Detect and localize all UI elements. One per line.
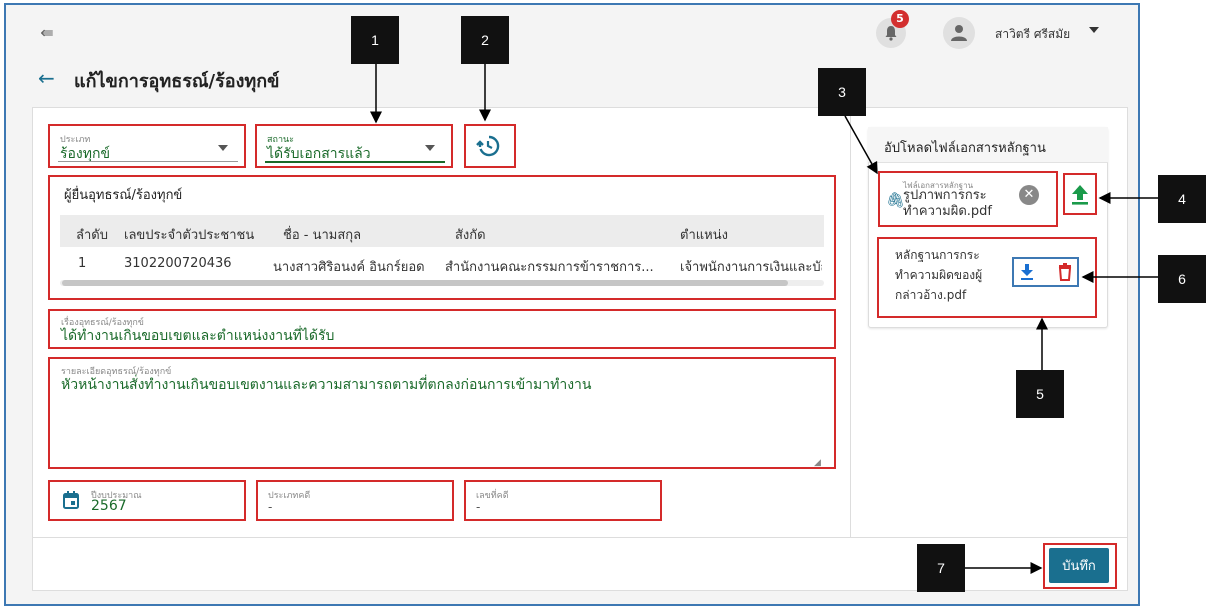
callout-1: 1	[351, 16, 399, 64]
avatar[interactable]	[943, 17, 975, 49]
user-icon	[951, 25, 967, 41]
callout-5: 5	[1016, 370, 1064, 418]
table-scrollbar-thumb[interactable]	[62, 280, 788, 286]
upload-icon[interactable]	[1069, 181, 1091, 207]
col-header: ชื่อ - นามสกุล	[283, 228, 362, 243]
table-cell: สำนักงานคณะกรรมการข้าราชการ...	[445, 260, 654, 275]
col-header: ลำดับ	[76, 228, 108, 243]
table-cell: เจ้าพนักงานการเงินและบัญ	[680, 260, 822, 275]
budget-year-value: 2567	[91, 498, 127, 514]
callout-4: 4	[1158, 175, 1206, 223]
col-header: เลขประจำตัวประชาชน	[124, 228, 255, 243]
back-arrow-icon[interactable]: ←	[38, 68, 55, 88]
callout-3: 3	[818, 68, 866, 116]
complainant-title: ผู้ยื่นอุทธรณ์/ร้องทุกข์	[64, 188, 183, 203]
type-underline	[58, 161, 238, 162]
callout-7: 7	[917, 544, 965, 592]
user-name[interactable]: สาวิตรี ศรีสมัย	[995, 25, 1070, 44]
clear-file-icon[interactable]: ✕	[1019, 185, 1039, 205]
menu-collapse-icon[interactable]: ⇚	[36, 22, 58, 44]
case-type-value: -	[268, 500, 273, 514]
notification-badge: 5	[891, 10, 909, 28]
subject-value: ได้ทำงานเกินขอบเขตและตำแหน่งงานที่ได้รับ	[61, 328, 335, 344]
status-dropdown-icon[interactable]	[425, 145, 435, 151]
table-cell: นางสาวศิริอนงค์ อินกร์ยอด	[273, 260, 425, 275]
upload-title: อัปโหลดไฟล์เอกสารหลักฐาน	[884, 141, 1046, 156]
col-header: สังกัด	[455, 228, 486, 243]
table-cell: 1	[78, 256, 87, 271]
case-number-value: -	[476, 500, 481, 514]
file-field-value: รูปภาพการกระทำความผิด.pdf	[903, 188, 993, 219]
user-menu-chevron-icon[interactable]	[1089, 27, 1099, 33]
divider	[850, 107, 851, 537]
type-dropdown-icon[interactable]	[218, 145, 228, 151]
save-button[interactable]: บันทึก	[1049, 548, 1109, 583]
evidence-file-name: หลักฐานการกระทำความผิดของผู้กล่าวอ้าง.pd…	[895, 248, 983, 302]
col-header: ตำแหน่ง	[680, 228, 728, 243]
divider	[32, 537, 1128, 538]
download-icon[interactable]	[1019, 263, 1035, 281]
history-icon[interactable]	[476, 134, 500, 158]
table-cell: 3102200720436	[124, 256, 232, 271]
case-type-label: ประเภทคดี	[268, 491, 311, 501]
status-underline	[265, 161, 445, 163]
page-title: แก้ไขการอุทธรณ์/ร้องทุกข์	[74, 71, 280, 92]
callout-6: 6	[1158, 255, 1206, 303]
callout-2: 2	[461, 16, 509, 64]
case-number-label: เลขที่คดี	[476, 491, 509, 501]
trash-icon[interactable]	[1057, 263, 1073, 281]
details-value: หัวหน้างานสั่งทำงานเกินขอบเขตงานและความส…	[61, 377, 592, 393]
resize-handle-icon[interactable]: ◢	[814, 458, 821, 468]
calendar-icon[interactable]	[63, 491, 79, 509]
